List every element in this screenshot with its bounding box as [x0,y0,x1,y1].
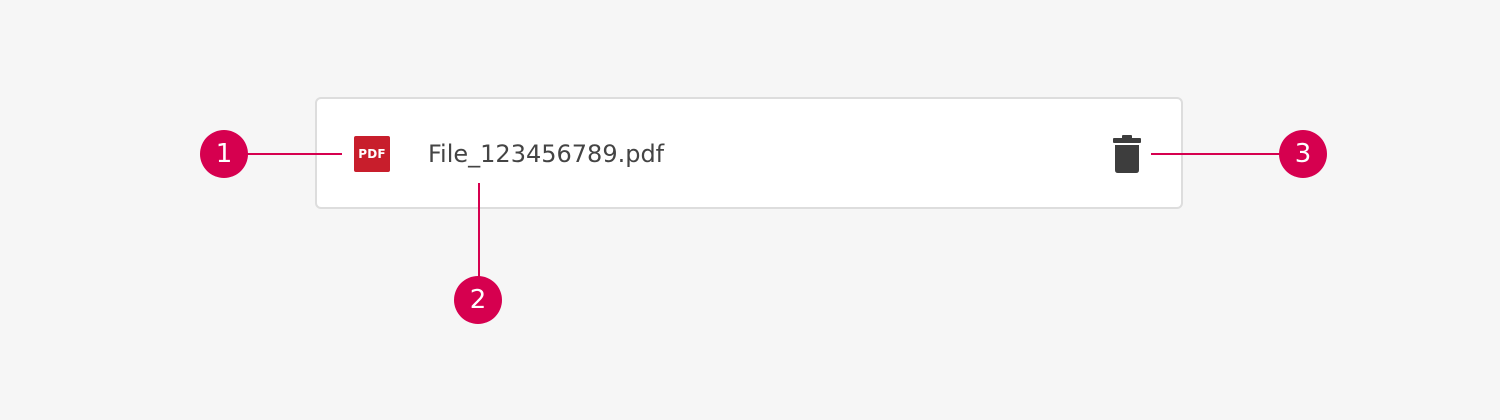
callout-line-3 [1151,153,1281,155]
callout-line-1 [247,153,342,155]
callout-marker-3: 3 [1279,130,1327,178]
pdf-file-icon: PDF [354,136,390,172]
delete-file-button[interactable] [1111,134,1143,174]
callout-marker-1: 1 [200,130,248,178]
pdf-icon-label: PDF [358,147,386,161]
callout-marker-2: 2 [454,276,502,324]
trash-icon [1113,135,1141,173]
callout-line-2 [478,183,480,278]
file-name: File_123456789.pdf [428,140,665,168]
